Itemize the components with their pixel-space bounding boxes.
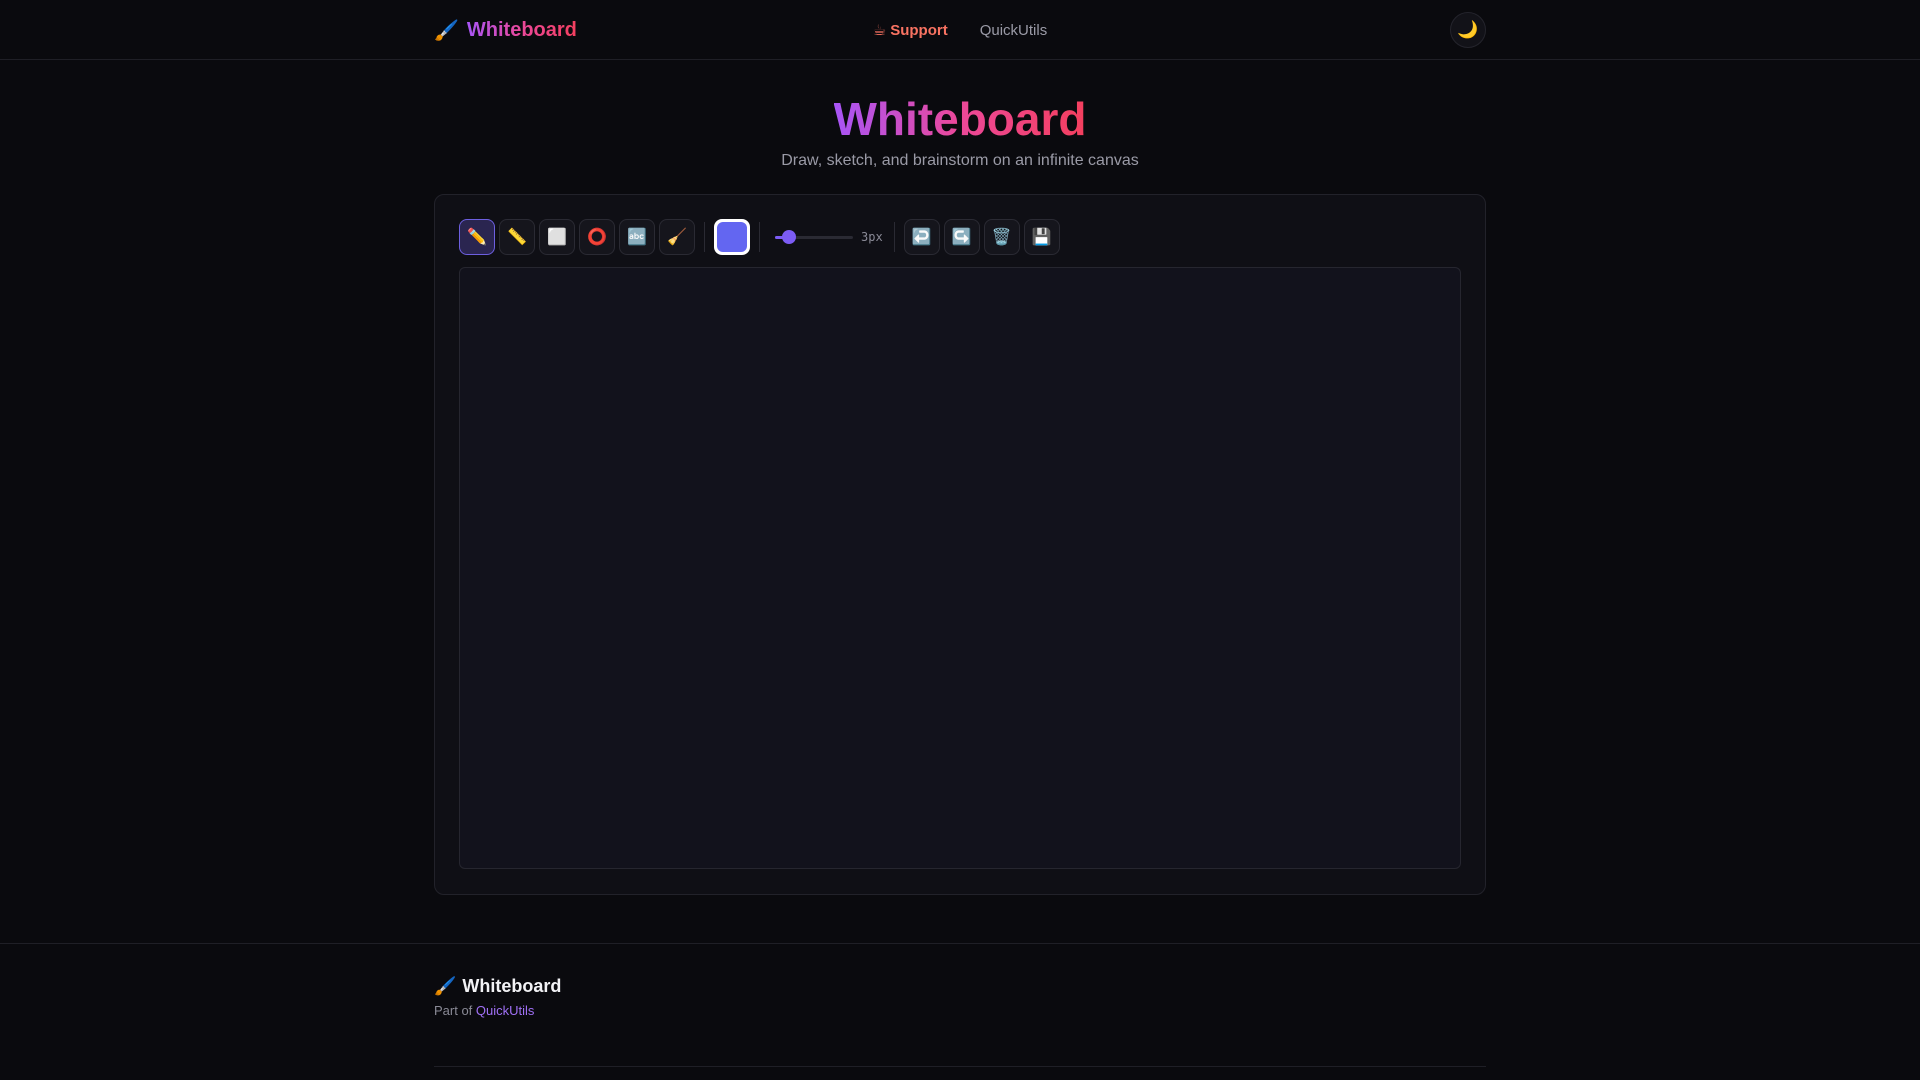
quickutils-footer-link[interactable]: QuickUtils <box>476 1003 535 1018</box>
part-of-text: Part of <box>434 1003 473 1018</box>
theme-toggle-button[interactable]: 🌙 <box>1450 12 1486 48</box>
header-nav: ☕ Support QuickUtils <box>872 21 1048 40</box>
text-icon: 🔤 <box>627 229 647 246</box>
broom-icon: 🧹 <box>667 229 687 246</box>
moon-icon: 🌙 <box>1457 20 1479 39</box>
toolbar: ✏️ 📏 ⬜ ⭕ 🔤 🧹 3px ↩️ ↪️ 🗑️ 💾 <box>459 219 1461 255</box>
floppy-disk-icon: 💾 <box>1031 229 1052 246</box>
square-icon: ⬜ <box>547 229 567 246</box>
color-swatch <box>717 222 747 252</box>
save-button[interactable]: 💾 <box>1023 219 1060 255</box>
page-subtitle: Draw, sketch, and brainstorm on an infin… <box>781 152 1139 169</box>
quickutils-link[interactable]: QuickUtils <box>980 22 1048 39</box>
footer-part-of: Part of QuickUtils <box>434 1003 1486 1018</box>
undo-icon: ↩️ <box>911 229 932 246</box>
pencil-tool[interactable]: ✏️ <box>459 219 495 255</box>
coffee-icon: ☕ <box>872 22 887 39</box>
support-label: Support <box>890 21 948 39</box>
pencil-icon: ✏️ <box>467 229 487 246</box>
paintbrush-icon: 🖌️ <box>434 976 457 996</box>
footer-brand: 🖌️ Whiteboard <box>434 976 1486 997</box>
redo-icon: ↪️ <box>951 229 972 246</box>
text-tool[interactable]: 🔤 <box>619 219 655 255</box>
line-tool[interactable]: 📏 <box>499 219 535 255</box>
drawing-canvas[interactable] <box>459 267 1461 869</box>
color-picker[interactable] <box>714 219 750 255</box>
brush-size-label: 3px <box>861 230 883 244</box>
support-link[interactable]: ☕ Support <box>872 21 948 40</box>
footer-brand-name: Whiteboard <box>462 976 562 996</box>
whiteboard-card: ✏️ 📏 ⬜ ⭕ 🔤 🧹 3px ↩️ ↪️ 🗑️ 💾 <box>434 194 1486 895</box>
ruler-icon: 📏 <box>507 229 527 246</box>
brand-link[interactable]: 🖌️ Whiteboard <box>434 18 577 43</box>
footer-divider <box>434 1066 1486 1067</box>
brand-name: Whiteboard <box>466 18 577 41</box>
circle-icon: ⭕ <box>587 229 607 246</box>
page-title: Whiteboard <box>833 93 1087 145</box>
footer: 🖌️ Whiteboard Part of QuickUtils <box>0 943 1920 1067</box>
rectangle-tool[interactable]: ⬜ <box>539 219 575 255</box>
hero: Whiteboard Draw, sketch, and brainstorm … <box>0 92 1920 170</box>
trash-icon: 🗑️ <box>991 229 1012 246</box>
header-inner: 🖌️ Whiteboard ☕ Support QuickUtils 🌙 <box>434 0 1486 60</box>
redo-button[interactable]: ↪️ <box>943 219 980 255</box>
clear-button[interactable]: 🗑️ <box>983 219 1020 255</box>
toolbar-divider <box>704 222 705 252</box>
undo-button[interactable]: ↩️ <box>903 219 940 255</box>
circle-tool[interactable]: ⭕ <box>579 219 615 255</box>
footer-inner: 🖌️ Whiteboard Part of QuickUtils <box>434 944 1486 1067</box>
toolbar-divider <box>893 222 895 252</box>
slider-thumb[interactable] <box>781 230 796 244</box>
brush-size-slider[interactable] <box>775 229 853 245</box>
toolbar-divider <box>759 222 760 252</box>
top-header: 🖌️ Whiteboard ☕ Support QuickUtils 🌙 <box>0 0 1920 60</box>
eraser-tool[interactable]: 🧹 <box>659 219 695 255</box>
paintbrush-icon: 🖌️ <box>434 19 459 42</box>
